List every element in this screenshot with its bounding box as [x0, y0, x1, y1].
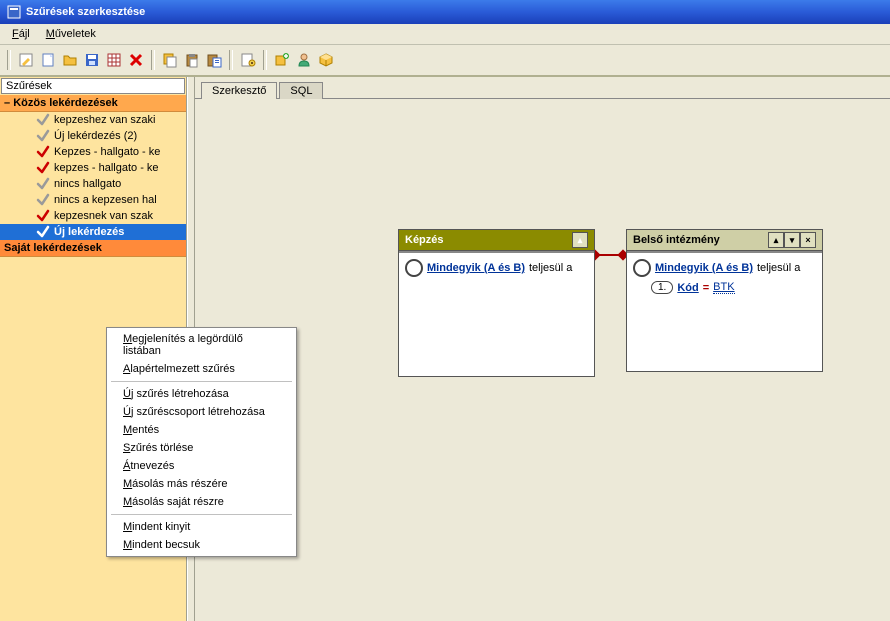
tree-item[interactable]: Új lekérdezés (2)	[0, 128, 186, 144]
context-menu-item[interactable]: Új szűrés létrehozása	[109, 385, 294, 403]
context-menu[interactable]: Megjelenítés a legördülő listábanAlapért…	[106, 327, 297, 557]
context-menu-item[interactable]: Átnevezés	[109, 457, 294, 475]
check-red-icon	[36, 209, 50, 223]
editor-tabs: Szerkesztő SQL	[195, 77, 890, 99]
sidebar-group-shared[interactable]: – Közös lekérdezések	[0, 95, 186, 112]
tree-item[interactable]: nincs a kepzesen hal	[0, 192, 186, 208]
tree-item-label: Új lekérdezés (2)	[54, 130, 137, 142]
tab-editor[interactable]: Szerkesztő	[201, 82, 277, 99]
tree-item-label: Kepzes - hallgato - ke	[54, 146, 160, 158]
context-menu-item[interactable]: Mindent kinyit	[109, 518, 294, 536]
box-condition-row[interactable]: Mindegyik (A és B) teljesül a	[633, 257, 816, 279]
box-condition-row[interactable]: Mindegyik (A és B) teljesül a	[405, 257, 588, 279]
box-connector	[593, 254, 625, 256]
condition-link[interactable]: Mindegyik (A és B)	[655, 262, 753, 274]
window-title: Szűrések szerkesztése	[26, 6, 145, 18]
tree-item[interactable]: kepzes - hallgato - ke	[0, 160, 186, 176]
main-area: Szűrések – Közös lekérdezések kepzeshez …	[0, 77, 890, 621]
copy-icon[interactable]	[160, 50, 180, 70]
box-up-icon[interactable]: ▴	[768, 232, 784, 248]
sidebar-tree: kepzeshez van szaki Új lekérdezés (2) Kepz…	[0, 112, 186, 240]
condition-link[interactable]: Mindegyik (A és B)	[427, 262, 525, 274]
check-grey-icon	[36, 225, 50, 239]
box-down-icon[interactable]: ▾	[784, 232, 800, 248]
cube-icon[interactable]	[316, 50, 336, 70]
tree-item-label: nincs hallgato	[54, 178, 121, 190]
filter-value-link[interactable]: BTK	[713, 281, 734, 294]
box-body: Mindegyik (A és B) teljesül a	[399, 251, 594, 376]
filter-field-link[interactable]: Kód	[677, 282, 698, 294]
editor-canvas[interactable]: Képzés ▴ Mindegyik (A és B) teljesül a	[195, 99, 890, 131]
title-bar: Szűrések szerkesztése	[0, 0, 890, 24]
edit-icon[interactable]	[16, 50, 36, 70]
context-menu-item[interactable]: Másolás más részére	[109, 475, 294, 493]
paste-icon[interactable]	[182, 50, 202, 70]
check-red-icon	[36, 145, 50, 159]
group-add-icon[interactable]	[272, 50, 292, 70]
tree-item[interactable]: nincs hallgato	[0, 176, 186, 192]
check-grey-icon	[36, 129, 50, 143]
box-filter-row[interactable]: 1. Kód = BTK	[633, 279, 816, 296]
context-menu-item[interactable]: Alapértelmezett szűrés	[109, 360, 294, 378]
tree-item[interactable]: Kepzes - hallgato - ke	[0, 144, 186, 160]
save-icon[interactable]	[82, 50, 102, 70]
editor-pane: Szerkesztő SQL Képzés ▴ Mindegyik (A és …	[195, 77, 890, 621]
tab-sql[interactable]: SQL	[279, 82, 323, 99]
context-menu-item[interactable]: Másolás saját részre	[109, 493, 294, 511]
context-menu-separator	[111, 514, 292, 515]
app-icon	[6, 4, 22, 20]
context-menu-item[interactable]: Megjelenítés a legördülő listában	[109, 330, 294, 360]
menu-operations[interactable]: Műveletek	[38, 26, 104, 42]
collapse-icon: –	[4, 97, 10, 109]
check-grey-icon	[36, 113, 50, 127]
box-body: Mindegyik (A és B) teljesül a 1. Kód = B…	[627, 251, 822, 371]
context-menu-item[interactable]: Új szűréscsoport létrehozása	[109, 403, 294, 421]
sidebar-group-self[interactable]: Saját lekérdezések	[0, 240, 186, 257]
tree-item-label: Új lekérdezés	[54, 226, 124, 238]
delete-icon[interactable]	[126, 50, 146, 70]
tree-item-label: kepzes - hallgato - ke	[54, 162, 159, 174]
tree-item[interactable]: kepzeshez van szaki	[0, 112, 186, 128]
toolbar	[0, 45, 890, 77]
box-header[interactable]: Belső intézmény ▴ ▾ ×	[627, 230, 822, 251]
clip-icon[interactable]	[204, 50, 224, 70]
condition-toggle-icon[interactable]	[405, 259, 423, 277]
box-collapse-icon[interactable]: ▴	[572, 232, 588, 248]
condition-toggle-icon[interactable]	[633, 259, 651, 277]
tree-item[interactable]: Új lekérdezés	[0, 224, 186, 240]
grid-icon[interactable]	[104, 50, 124, 70]
tree-item-label: kepzesnek van szak	[54, 210, 153, 222]
new-file-icon[interactable]	[38, 50, 58, 70]
context-menu-item[interactable]: Szűrés törlése	[109, 439, 294, 457]
sidebar-header: Szűrések	[1, 78, 185, 94]
context-menu-separator	[111, 381, 292, 382]
check-red-icon	[36, 161, 50, 175]
menu-bar: Fájl Műveletek	[0, 24, 890, 45]
check-grey-icon	[36, 193, 50, 207]
box-close-icon[interactable]: ×	[800, 232, 816, 248]
context-menu-item[interactable]: Mindent becsuk	[109, 536, 294, 554]
user-icon[interactable]	[294, 50, 314, 70]
box-header[interactable]: Képzés ▴	[399, 230, 594, 251]
props-icon[interactable]	[238, 50, 258, 70]
query-box-kepzes[interactable]: Képzés ▴ Mindegyik (A és B) teljesül a	[398, 229, 595, 377]
check-grey-icon	[36, 177, 50, 191]
context-menu-item[interactable]: Mentés	[109, 421, 294, 439]
query-box-belso[interactable]: Belső intézmény ▴ ▾ × Mindegyik (A és B)…	[626, 229, 823, 372]
open-folder-icon[interactable]	[60, 50, 80, 70]
menu-file[interactable]: Fájl	[4, 26, 38, 42]
tree-item-label: nincs a kepzesen hal	[54, 194, 157, 206]
tree-item[interactable]: kepzesnek van szak	[0, 208, 186, 224]
tree-item-label: kepzeshez van szaki	[54, 114, 156, 126]
filter-op[interactable]: =	[703, 282, 709, 294]
filter-index: 1.	[651, 281, 673, 294]
